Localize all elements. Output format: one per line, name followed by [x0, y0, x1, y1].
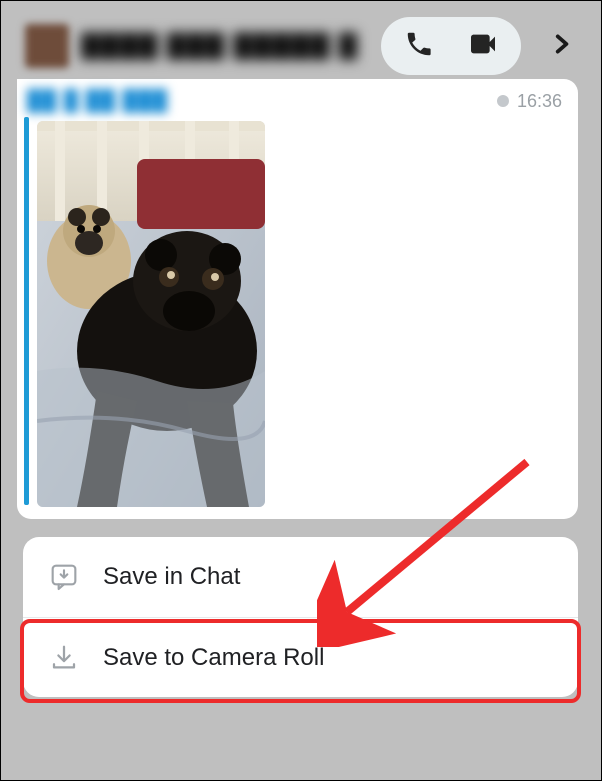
message-accent-bar: [24, 117, 29, 505]
message-meta-row: ██ █ ██ ███ 16:36: [27, 89, 562, 113]
sender-name: ██ █ ██ ███: [27, 90, 168, 113]
chat-header: ████ ███ █████ █: [17, 11, 585, 81]
video-call-button[interactable]: [451, 17, 515, 75]
chat-download-icon: [47, 560, 81, 594]
message-status: 16:36: [497, 91, 562, 112]
chat-settings-button[interactable]: [537, 17, 585, 75]
download-icon: [47, 641, 81, 675]
save-to-camera-roll-label: Save to Camera Roll: [103, 644, 324, 672]
save-in-chat-label: Save in Chat: [103, 563, 240, 591]
avatar[interactable]: [25, 24, 69, 68]
voice-call-button[interactable]: [387, 17, 451, 75]
save-to-camera-roll-option[interactable]: Save to Camera Roll: [23, 617, 578, 697]
save-in-chat-option[interactable]: Save in Chat: [23, 537, 578, 617]
video-icon: [467, 28, 499, 65]
message-card: ██ █ ██ ███ 16:36: [17, 79, 578, 519]
context-menu: Save in Chat Save to Camera Roll: [23, 537, 578, 697]
call-buttons-group: [381, 17, 521, 75]
chevron-right-icon: [548, 31, 574, 62]
message-timestamp: 16:36: [517, 91, 562, 112]
message-photo[interactable]: [37, 121, 265, 507]
status-dot-icon: [497, 95, 509, 107]
phone-icon: [404, 29, 434, 64]
chat-title[interactable]: ████ ███ █████ █: [81, 32, 369, 60]
